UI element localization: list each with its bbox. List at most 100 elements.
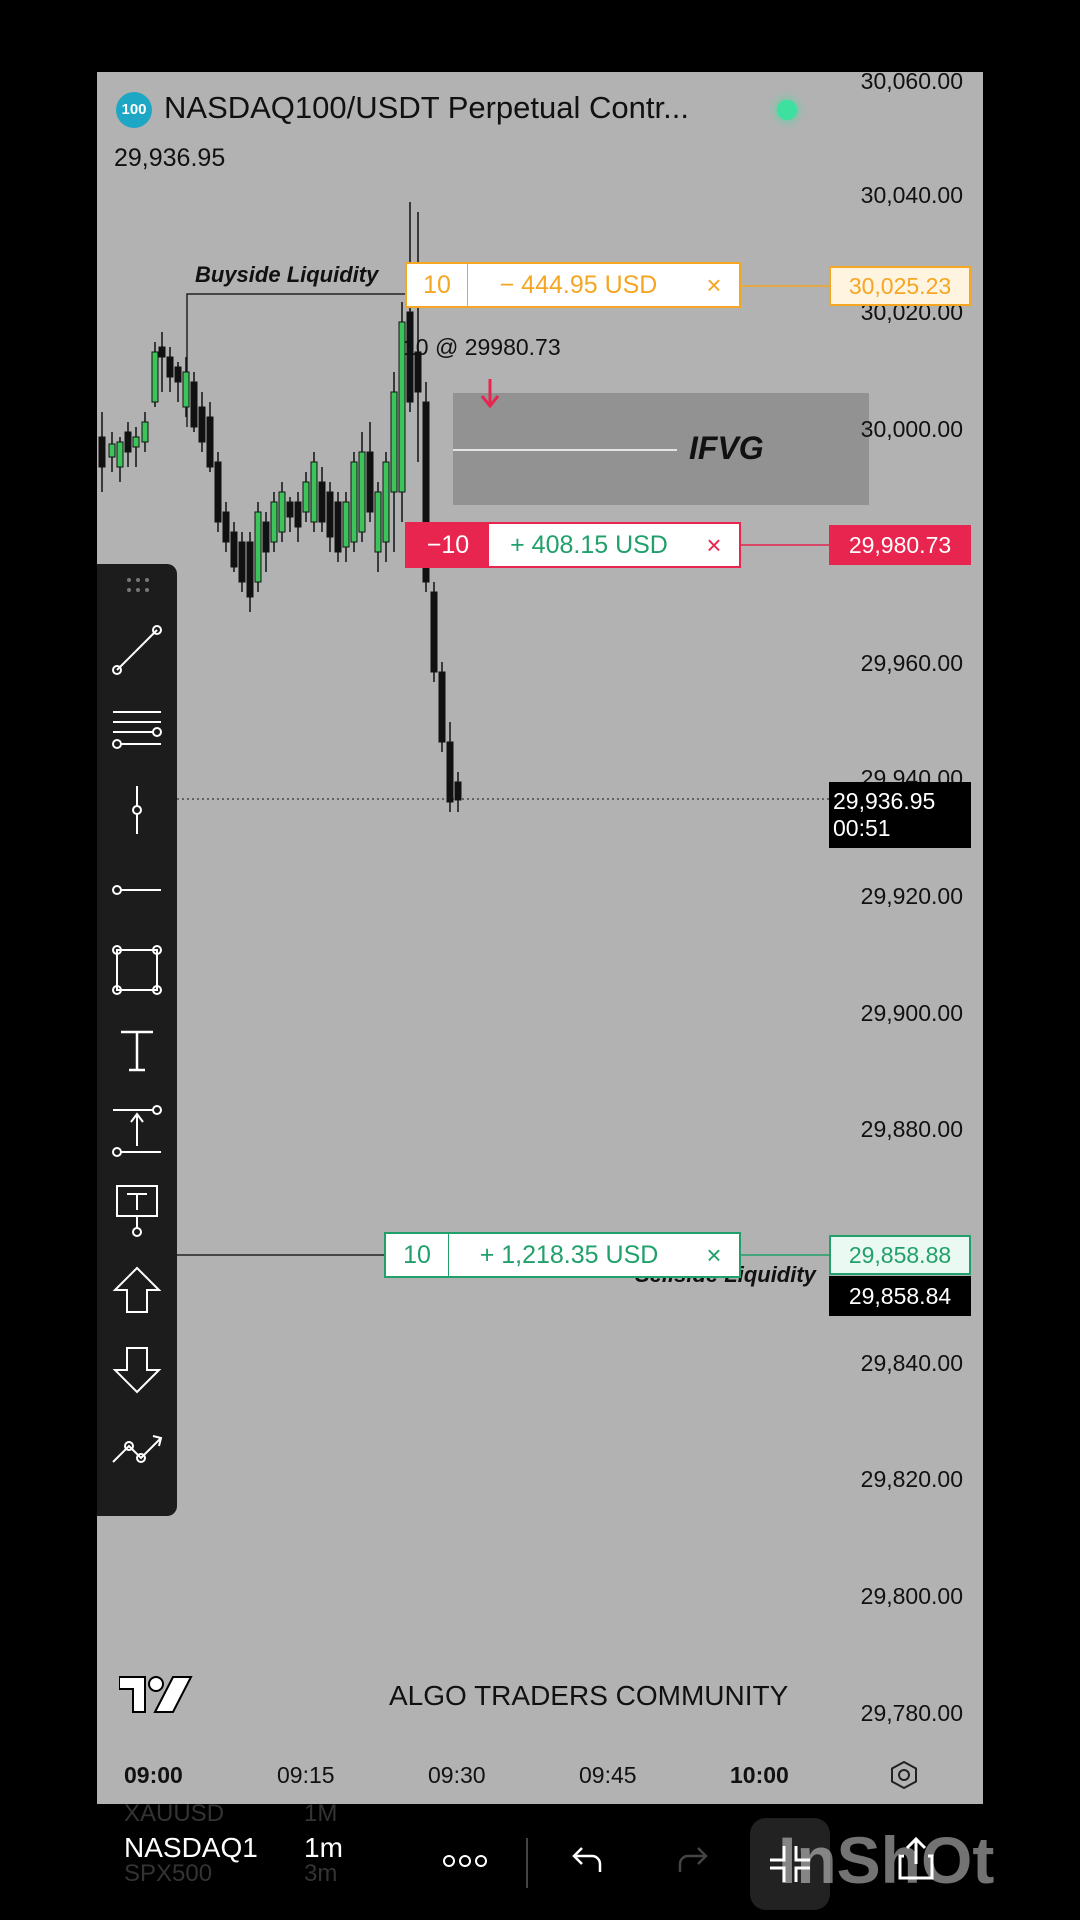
watermark-text: ALGO TRADERS COMMUNITY <box>389 1680 789 1711</box>
time-axis-label: 10:00 <box>730 1762 789 1788</box>
candle-body <box>358 451 366 533</box>
arrow-down-icon[interactable] <box>109 1342 165 1398</box>
time-axis-label: 09:15 <box>277 1762 335 1788</box>
more-icon[interactable] <box>442 1854 488 1868</box>
drawing-toolbar <box>97 564 177 1516</box>
candle-body <box>206 416 214 468</box>
redo-icon[interactable] <box>676 1844 710 1874</box>
price-axis-label: 29,840.00 <box>860 1350 963 1376</box>
candle-body <box>382 461 390 543</box>
candle-body <box>342 501 350 548</box>
app-watermark: InShOt <box>778 1823 995 1897</box>
price-axis-label: 29,880.00 <box>860 1116 963 1142</box>
candle-body <box>116 441 124 468</box>
candle-body <box>446 741 454 803</box>
price-axis-label: 30,000.00 <box>860 416 963 442</box>
time-axis-label: 09:30 <box>428 1762 486 1788</box>
order-pnl: + 1,218.35 USD <box>479 1240 659 1269</box>
path-icon[interactable] <box>109 1422 165 1478</box>
candle-body <box>302 481 310 513</box>
order-qty: 10 <box>386 1234 449 1276</box>
candle-body <box>124 431 132 453</box>
price-chart-svg <box>98 202 869 1256</box>
close-icon[interactable]: × <box>689 530 739 561</box>
order-pnl: − 444.95 USD <box>499 270 658 299</box>
candle-body <box>132 436 140 448</box>
order-qty: 10 <box>407 264 468 306</box>
candle-body <box>318 481 326 523</box>
order-line-upper[interactable]: 10 − 444.95 USD × <box>405 262 741 308</box>
callout-text-icon[interactable] <box>109 1182 165 1238</box>
candle-body <box>141 421 149 443</box>
candle-body <box>374 491 382 553</box>
ifvg-label: IFVG <box>689 430 764 466</box>
vertical-line-icon[interactable] <box>109 782 165 838</box>
horizontal-lines-icon[interactable] <box>109 702 165 758</box>
buyside-liquidity-line <box>186 293 409 427</box>
undo-icon[interactable] <box>570 1844 604 1874</box>
ghost-interval-above: 1M <box>304 1800 338 1827</box>
candle-body <box>198 406 206 443</box>
position-price-tag[interactable]: 29,980.73 <box>829 525 971 565</box>
candle-body <box>438 671 446 743</box>
position-pnl: + 408.15 USD <box>510 530 668 559</box>
candle-body <box>430 591 438 673</box>
symbol-selector[interactable]: NASDAQ1 <box>124 1832 258 1864</box>
bar-countdown: 00:51 <box>833 815 891 841</box>
buyside-liquidity-label: Buyside Liquidity <box>195 262 379 287</box>
candle-body <box>222 511 230 543</box>
price-axis-label: 29,900.00 <box>860 1000 963 1026</box>
tp-lower-price-tag[interactable]: 29,858.88 <box>829 1235 971 1275</box>
position-qty: −10 <box>407 524 489 566</box>
candle-body <box>310 461 318 523</box>
current-price-tag: 29,936.95 00:51 <box>829 782 971 848</box>
candle-body <box>454 781 462 801</box>
candle-body <box>174 366 182 383</box>
tp-upper-price-tag[interactable]: 30,025.23 <box>829 266 971 306</box>
tradingview-logo-icon <box>119 1676 193 1713</box>
price-range-icon[interactable] <box>109 1102 165 1158</box>
order-line-lower[interactable]: 10 + 1,218.35 USD × <box>384 1232 741 1278</box>
price-axis-label: 30,060.00 <box>860 72 963 94</box>
price-axis-label: 29,960.00 <box>860 650 963 676</box>
price-axis-label: 29,780.00 <box>860 1700 963 1726</box>
chart-settings-icon[interactable] <box>889 1760 919 1790</box>
candle-body <box>366 451 374 513</box>
candle-body <box>108 443 116 458</box>
candle-body <box>286 501 294 518</box>
candle-body <box>238 541 246 583</box>
price-axis-label: 30,040.00 <box>860 182 963 208</box>
text-icon[interactable] <box>109 1022 165 1078</box>
drag-handle-icon[interactable] <box>125 576 151 596</box>
ghost-symbol-above: XAUUSD <box>124 1800 225 1827</box>
candle-body <box>254 511 262 583</box>
candle-body <box>190 381 198 428</box>
rectangle-icon[interactable] <box>109 942 165 998</box>
candle-body <box>294 501 302 528</box>
close-icon[interactable]: × <box>689 270 739 301</box>
trend-line-icon[interactable] <box>109 622 165 678</box>
sellside-price-tag: 29,858.84 <box>829 1276 971 1316</box>
candle-body <box>98 436 106 468</box>
close-icon[interactable]: × <box>689 1240 739 1271</box>
candle-body <box>350 461 358 543</box>
candle-body <box>262 521 270 553</box>
ghost-interval-below: 3m <box>304 1860 338 1887</box>
candle-body <box>214 461 222 523</box>
ghost-symbol-below: SPX500 <box>124 1860 213 1887</box>
divider <box>526 1838 528 1888</box>
time-axis-label: 09:00 <box>124 1762 183 1788</box>
position-line[interactable]: −10 + 408.15 USD × <box>405 522 741 568</box>
candle-body <box>158 346 166 358</box>
chart-area[interactable]: 100 NASDAQ100/USDT Perpetual Contr... 29… <box>97 72 983 1804</box>
time-axis-label: 09:45 <box>579 1762 637 1788</box>
candle-body <box>270 501 278 543</box>
price-axis-label: 29,820.00 <box>860 1466 963 1492</box>
candle-body <box>182 371 190 408</box>
candle-body <box>151 351 159 403</box>
interval-selector[interactable]: 1m <box>304 1832 343 1864</box>
arrow-up-icon[interactable] <box>109 1262 165 1318</box>
horizontal-ray-icon[interactable] <box>109 862 165 918</box>
bottom-bar: XAUUSD 1M SPX500 3m NASDAQ1 1m InShOt <box>0 1800 1080 1920</box>
candle-body <box>166 356 174 378</box>
